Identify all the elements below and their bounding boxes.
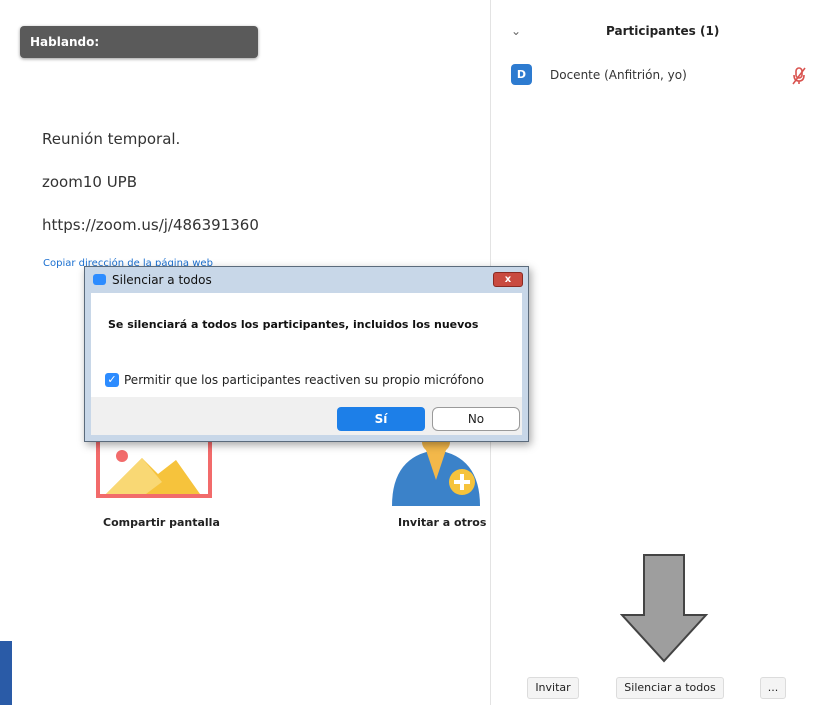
dialog-titlebar[interactable]: Silenciar a todos x [85, 267, 528, 293]
collapse-chevron-icon[interactable]: ⌄ [511, 24, 521, 38]
dialog-title: Silenciar a todos [112, 273, 212, 287]
participants-title: Participantes (1) [606, 24, 720, 38]
mute-all-dialog: Silenciar a todos x Se silenciará a todo… [84, 266, 529, 442]
dialog-footer: Sí No [91, 397, 522, 435]
meeting-name-text: zoom10 UPB [42, 173, 138, 191]
avatar: D [511, 64, 532, 85]
dialog-message: Se silenciará a todos los participantes,… [108, 318, 479, 331]
allow-unmute-label[interactable]: Permitir que los participantes reactiven… [124, 373, 484, 387]
more-options-button[interactable]: ... [760, 677, 786, 699]
cancel-no-button[interactable]: No [432, 407, 520, 431]
meeting-url-text: https://zoom.us/j/486391360 [42, 216, 259, 234]
confirm-yes-button[interactable]: Sí [337, 407, 425, 431]
invite-others-label: Invitar a otros [398, 516, 487, 529]
close-icon[interactable]: x [493, 272, 523, 287]
meeting-type-text: Reunión temporal. [42, 130, 181, 148]
mute-all-button[interactable]: Silenciar a todos [616, 677, 724, 699]
speaking-indicator: Hablando: [20, 26, 258, 58]
participant-name: Docente (Anfitrión, yo) [550, 68, 687, 82]
allow-unmute-checkbox[interactable]: ✓ [105, 373, 119, 387]
zoom-app-icon [93, 274, 106, 285]
dialog-body: Se silenciará a todos los participantes,… [91, 293, 522, 397]
down-arrow-icon [619, 553, 710, 667]
taskbar-edge [0, 641, 12, 705]
share-screen-label: Compartir pantalla [103, 516, 220, 529]
invite-button[interactable]: Invitar [527, 677, 579, 699]
participant-row[interactable]: D Docente (Anfitrión, yo) [509, 62, 809, 90]
mic-muted-icon[interactable] [791, 66, 807, 90]
